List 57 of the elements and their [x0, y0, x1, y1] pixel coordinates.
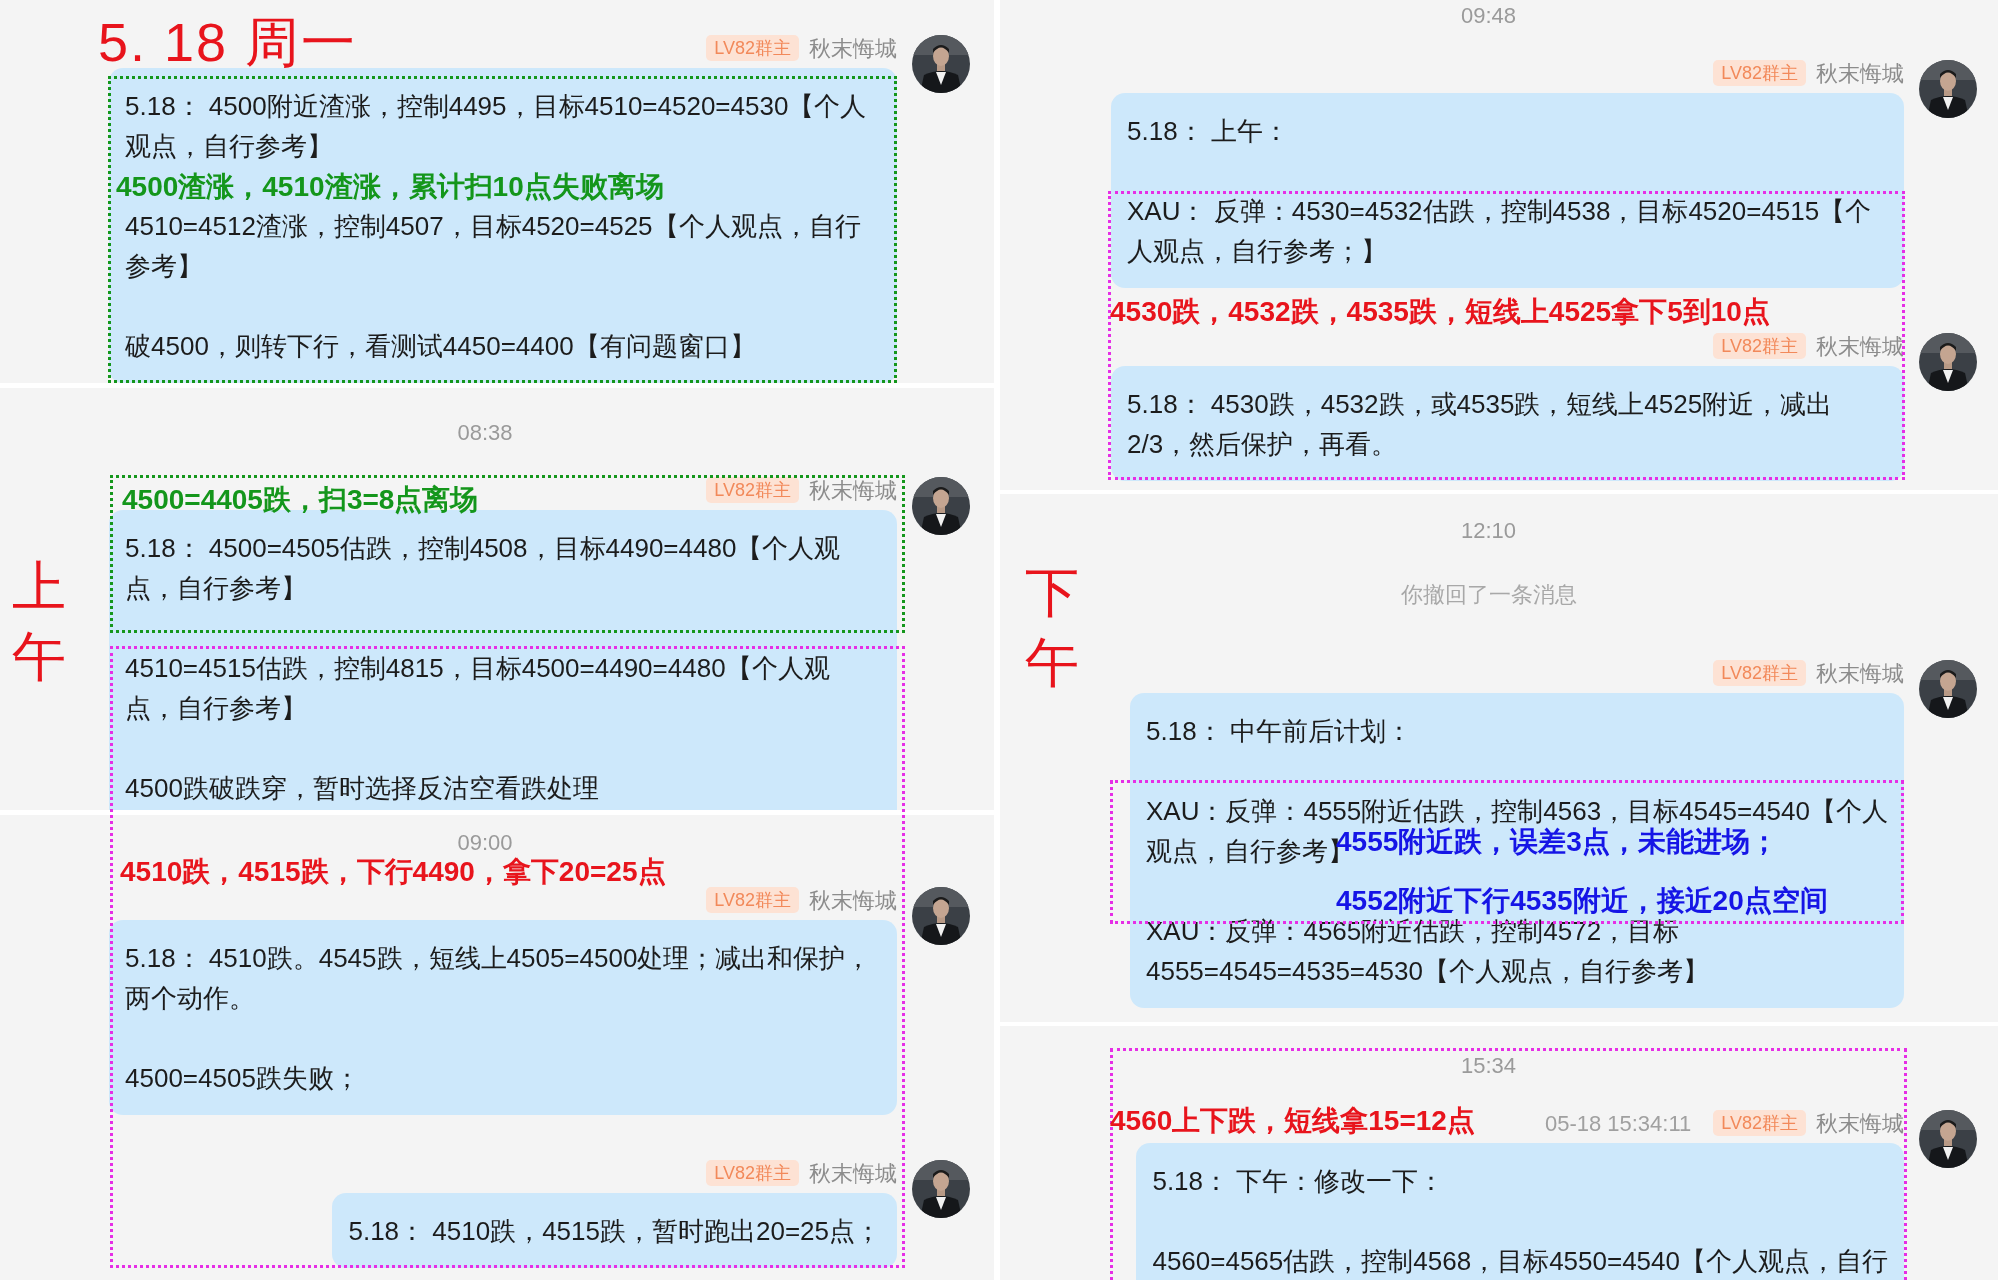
- time-label: 12:10: [1460, 519, 1517, 543]
- annotation-note: 4560上下跌，短线拿15=12点: [1110, 1104, 1475, 1138]
- message-text: 5.18： 4510跌。4545跌，短线上4505=4500处理；减出和保护，两个动作。: [125, 942, 873, 1015]
- role-badge: LV82群主: [706, 887, 799, 913]
- sender-name: 秋末悔城: [809, 34, 897, 63]
- message-text: XAU：反弹：4555附近估跌，控制4563，目标4545=4540【个人: [1146, 795, 1888, 827]
- time-label: 09:48: [1460, 4, 1517, 28]
- sender-name: 秋末悔城: [1816, 1109, 1904, 1138]
- message-text: 破4500，则转下行，看测试4450=4400【有问题窗口】: [125, 330, 757, 363]
- annotation-note: 4530跌，4532跌，4535跌，短线上4525拿下5到10点: [1110, 295, 1770, 329]
- session-label: 上午: [12, 555, 66, 688]
- avatar[interactable]: [1919, 1110, 1977, 1168]
- message-text: 4510=4512渣涨，控制4507，目标4520=4525【个人观点，自行参考】: [125, 210, 862, 283]
- role-badge: LV82群主: [706, 477, 799, 503]
- annotation-note: 4500渣涨，4510渣涨，累计扫10点失败离场: [116, 170, 664, 204]
- annotation-note: 4510跌，4515跌，下行4490，拿下20=25点: [120, 855, 666, 889]
- recall-notice: 你撤回了一条消息: [1400, 583, 1577, 607]
- message-text: 4500跌破跌穿，暂时选择反沽空看跌处理: [125, 772, 600, 805]
- message-text: 4560=4565估跌，控制4568，目标4550=4540【个人观点，自行: [1152, 1245, 1888, 1278]
- role-badge: LV82群主: [1713, 1110, 1806, 1136]
- avatar[interactable]: [912, 35, 970, 93]
- message-text: 5.18： 下午：修改一下：: [1152, 1165, 1446, 1198]
- date-heading: 5. 18 周一: [98, 11, 358, 74]
- message-text: XAU： 反弹：4530=4532估跌，控制4538，目标4520=4515【个人观点，自行参考；】: [1127, 195, 1873, 268]
- sender-name: 秋末悔城: [809, 886, 897, 915]
- sender-name: 秋末悔城: [809, 1159, 897, 1188]
- time-label: 08:38: [457, 421, 513, 445]
- annotation-note: 4500=4405跌，扫3=8点离场: [122, 483, 479, 517]
- message-text: 4555=4545=4535=4530【个人观点，自行参考】: [1146, 955, 1709, 988]
- sender-name: 秋末悔城: [809, 476, 897, 505]
- avatar[interactable]: [912, 1160, 970, 1218]
- message-text: 5.18： 4500附近渣涨，控制4495，目标4510=4520=4530【个人观点，自行参考】: [125, 90, 868, 163]
- time-label: 09:00: [457, 831, 513, 855]
- time-label: 15:34: [1460, 1054, 1517, 1078]
- role-badge: LV82群主: [1713, 333, 1806, 359]
- sender-name: 秋末悔城: [1816, 659, 1904, 688]
- avatar[interactable]: [1919, 660, 1977, 718]
- message-text: 5.18： 4510跌，4515跌，暂时跑出20=25点；: [348, 1215, 881, 1248]
- avatar[interactable]: [1919, 60, 1977, 118]
- session-label: 下午: [1025, 561, 1079, 694]
- role-badge: LV82群主: [1713, 60, 1806, 86]
- avatar[interactable]: [912, 887, 970, 945]
- sender-name: 秋末悔城: [1816, 332, 1904, 361]
- role-badge: LV82群主: [1713, 660, 1806, 686]
- message-text: 5.18： 中午前后计划：: [1146, 715, 1413, 748]
- message-time: 05-18 15:34:11: [1544, 1109, 1692, 1138]
- sender-name: 秋末悔城: [1816, 59, 1904, 88]
- message-text: 5.18： 4500=4505估跌，控制4508，目标4490=4480【个人观点，自行参考】: [125, 532, 842, 605]
- message-text: 4500=4505跌失败；: [125, 1062, 361, 1095]
- avatar[interactable]: [912, 477, 970, 535]
- avatar[interactable]: [1919, 333, 1977, 391]
- message-text: 5.18： 4530跌，4532跌，或4535跌，短线上4525附近，减出2/3，然后保护，再看。: [1127, 388, 1834, 461]
- message-text: 4510=4515估跌，控制4815，目标4500=4490=4480【个人观点，自行参考】: [125, 652, 831, 725]
- message-text: 5.18： 上午：: [1127, 115, 1290, 148]
- annotation-note: 4552附近下行4535附近，接近20点空间: [1336, 887, 1828, 915]
- role-badge: LV82群主: [706, 1160, 799, 1186]
- role-badge: LV82群主: [706, 35, 799, 61]
